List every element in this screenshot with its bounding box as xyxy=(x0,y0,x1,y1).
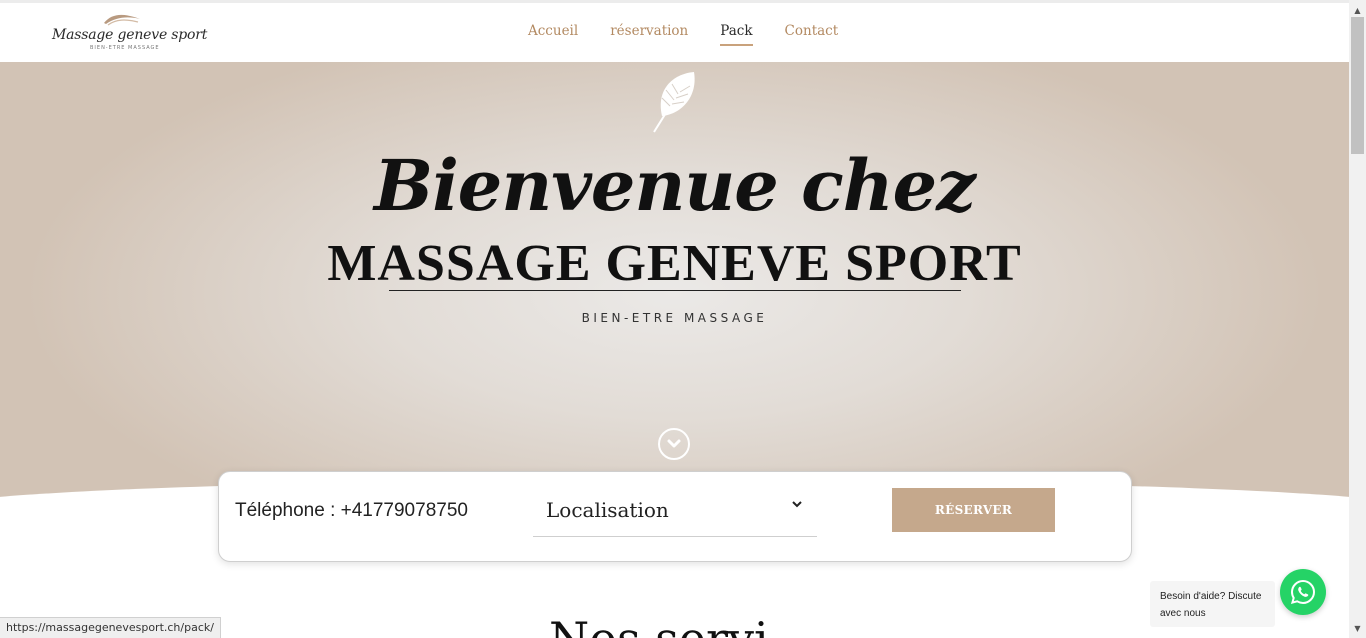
services-heading: Nos servi xyxy=(549,612,769,638)
page-scrollbar[interactable]: ▲ ▼ xyxy=(1349,0,1366,638)
hero-title: Bienvenue chez xyxy=(374,144,976,227)
site-logo[interactable]: Massage geneve sport BIEN-ETRE MASSAGE xyxy=(50,9,207,57)
site-header: Massage geneve sport BIEN-ETRE MASSAGE A… xyxy=(0,3,1349,62)
hero-underline xyxy=(389,290,961,291)
location-select-value: Localisation xyxy=(546,498,669,522)
logo-swoosh-icon xyxy=(104,14,140,26)
nav-item-contact[interactable]: Contact xyxy=(785,23,839,46)
whatsapp-button[interactable] xyxy=(1280,569,1326,615)
scroll-down-arrow-icon[interactable]: ▼ xyxy=(1349,622,1366,634)
booking-bar: Téléphone : +41779078750 Localisation RÉ… xyxy=(218,471,1132,562)
leaf-icon xyxy=(653,72,695,133)
chevron-down-circle-icon xyxy=(667,439,681,448)
status-bar-url: https://massagegenevesport.ch/pack/ xyxy=(0,617,221,638)
hero-tagline: BIEN-ETRE MASSAGE xyxy=(581,311,768,325)
logo-tagline: BIEN-ETRE MASSAGE xyxy=(90,45,160,51)
whatsapp-help-text[interactable]: Besoin d'aide? Discute avec nous xyxy=(1150,581,1275,627)
scroll-down-button[interactable] xyxy=(658,428,690,460)
scroll-up-arrow-icon[interactable]: ▲ xyxy=(1349,4,1366,16)
reserve-button[interactable]: RÉSERVER xyxy=(892,488,1055,532)
hero-subtitle: MASSAGE GENEVE SPORT xyxy=(327,235,1022,292)
scrollbar-thumb[interactable] xyxy=(1351,17,1364,154)
nav-item-reservation[interactable]: réservation xyxy=(610,23,688,46)
nav-item-pack[interactable]: Pack xyxy=(720,23,753,46)
phone-number[interactable]: Téléphone : +41779078750 xyxy=(235,500,468,522)
logo-text: Massage geneve sport xyxy=(52,27,208,43)
whatsapp-icon xyxy=(1290,579,1316,605)
hero-banner: Bienvenue chez MASSAGE GENEVE SPORT BIEN… xyxy=(0,62,1349,507)
main-nav: Accueil réservation Pack Contact xyxy=(528,23,870,46)
location-select[interactable]: Localisation xyxy=(533,492,817,537)
nav-item-accueil[interactable]: Accueil xyxy=(528,23,578,46)
chevron-down-icon xyxy=(792,501,802,508)
